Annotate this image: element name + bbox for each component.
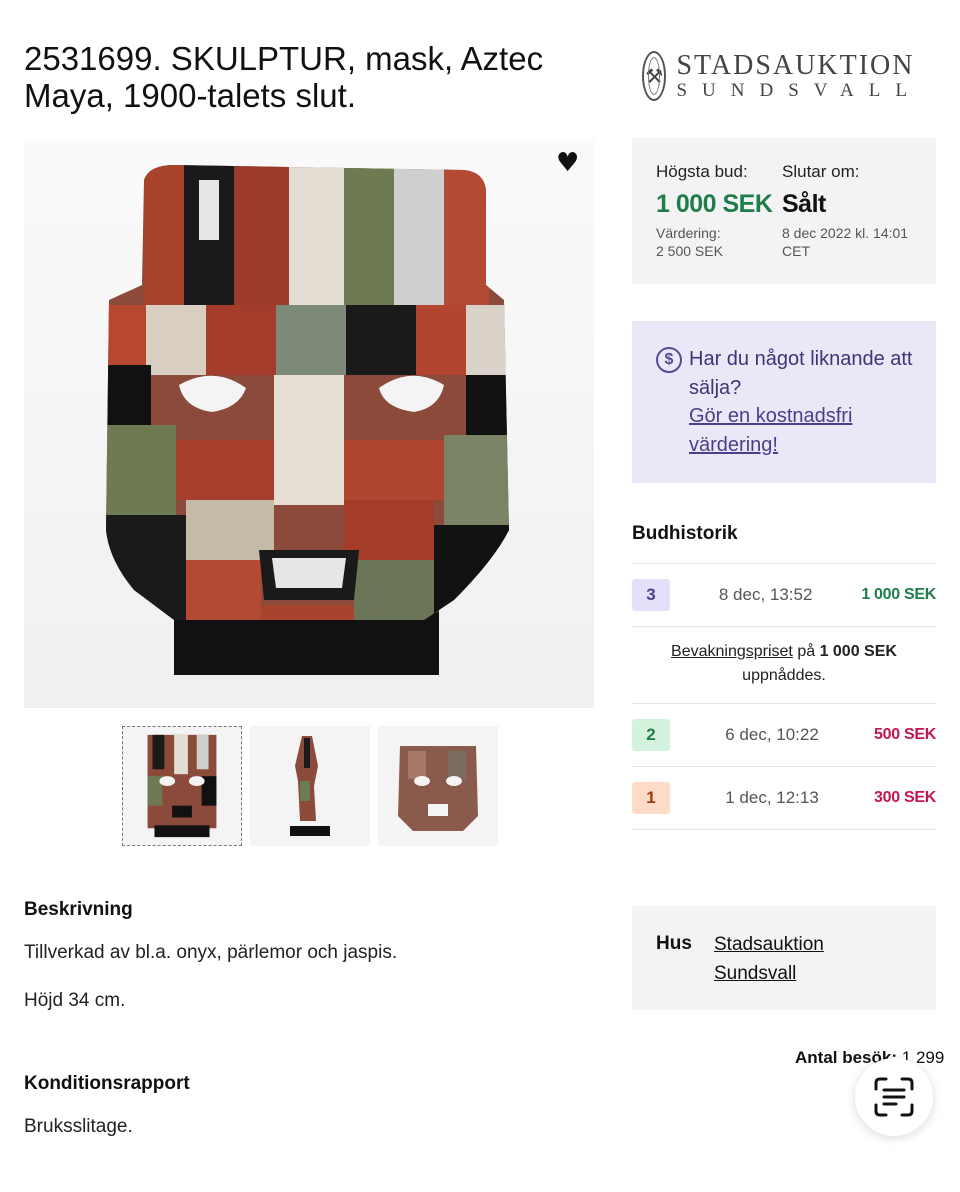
thumbnail-side[interactable] <box>250 726 370 846</box>
bid-history-list: 3 8 dec, 13:52 1 000 SEK Bevakningsprise… <box>632 563 936 830</box>
logo-line1: STADSAUKTION <box>676 50 915 81</box>
sell-similar-text: Har du något liknande att sälja? Gör en … <box>689 345 914 459</box>
sell-question: Har du något liknande att sälja? <box>689 348 913 399</box>
bid-date: 1 dec, 12:13 <box>725 788 819 807</box>
ends-date: 8 dec 2022 kl. 14:01 CET <box>782 225 909 259</box>
dollar-circle-icon: $ <box>656 347 682 373</box>
ends-label: Slutar om: <box>782 162 860 181</box>
text-scan-button[interactable] <box>855 1058 933 1136</box>
bid-number-badge: 1 <box>632 782 670 814</box>
lot-title: 2531699. SKULPTUR, mask, Aztec Maya, 190… <box>24 40 544 114</box>
auction-house-logo[interactable]: ⚒ STADSAUKTION SUNDSVALL <box>642 48 922 104</box>
sell-similar-box: $ Har du något liknande att sälja? Gör e… <box>632 321 936 483</box>
end-time-column: Slutar om: Sålt 8 dec 2022 kl. 14:01 CET <box>782 162 912 260</box>
bid-amount: 1 000 SEK <box>861 586 936 603</box>
description-line: Tillverkad av bl.a. onyx, pärlemor och j… <box>24 942 398 963</box>
estimate-value: 2 500 SEK <box>656 243 723 259</box>
free-valuation-link[interactable]: Gör en kostnadsfri värdering! <box>689 405 852 456</box>
mask-illustration <box>106 165 509 675</box>
bid-date: 8 dec, 13:52 <box>718 585 813 604</box>
text-scan-icon <box>874 1077 914 1117</box>
highest-bid-label: Högsta bud: <box>656 162 748 181</box>
reserve-price-link[interactable]: Bevakningspriset <box>671 643 793 660</box>
favorite-heart-icon[interactable]: ♥ <box>556 150 584 176</box>
ends-value: Sålt <box>782 190 826 218</box>
reserve-note-amount: 1 000 SEK <box>819 643 897 660</box>
main-product-image[interactable] <box>24 140 594 708</box>
bid-summary-box: Högsta bud: 1 000 SEK Värdering: 2 500 S… <box>632 138 936 284</box>
description-title: Beskrivning <box>24 899 133 920</box>
logo-wordmark: STADSAUKTION SUNDSVALL <box>676 51 922 101</box>
condition-title: Konditionsrapport <box>24 1073 190 1094</box>
bid-number-badge: 3 <box>632 579 670 611</box>
thumbnail-side-image <box>290 736 330 836</box>
logo-seal-icon: ⚒ <box>642 51 667 101</box>
thumbnail-back[interactable] <box>378 726 498 846</box>
reserve-price-note: Bevakningspriset på 1 000 SEK uppnåddes. <box>632 627 936 704</box>
bid-history-row: 3 8 dec, 13:52 1 000 SEK <box>632 564 936 627</box>
reserve-note-end: uppnåddes. <box>742 667 826 684</box>
highest-bid-value: 1 000 SEK <box>656 190 773 218</box>
bid-history-title: Budhistorik <box>632 523 738 544</box>
thumbnail-front-image <box>147 734 217 838</box>
thumbnail-front[interactable] <box>122 726 242 846</box>
description-line: Höjd 34 cm. <box>24 990 126 1011</box>
bid-history-row: 2 6 dec, 10:22 500 SEK <box>632 704 936 767</box>
bid-history-row: 1 1 dec, 12:13 300 SEK <box>632 767 936 830</box>
house-label: Hus <box>656 933 692 954</box>
bid-date: 6 dec, 10:22 <box>725 725 819 744</box>
highest-bid-column: Högsta bud: 1 000 SEK Värdering: 2 500 S… <box>656 162 782 260</box>
bid-amount: 500 SEK <box>874 726 936 743</box>
thumbnail-strip <box>122 726 498 846</box>
auction-house-box: Hus Stadsauktion Sundsvall <box>632 906 936 1010</box>
house-link[interactable]: Stadsauktion Sundsvall <box>714 930 844 986</box>
thumbnail-back-image <box>398 746 478 831</box>
bid-amount: 300 SEK <box>874 789 936 806</box>
condition-text: Bruksslitage. <box>24 1116 133 1137</box>
logo-line2: SUNDSVALL <box>676 80 922 101</box>
bid-number-badge: 2 <box>632 719 670 751</box>
reserve-note-middle: på <box>792 643 820 660</box>
estimate-label: Värdering: <box>656 225 721 241</box>
